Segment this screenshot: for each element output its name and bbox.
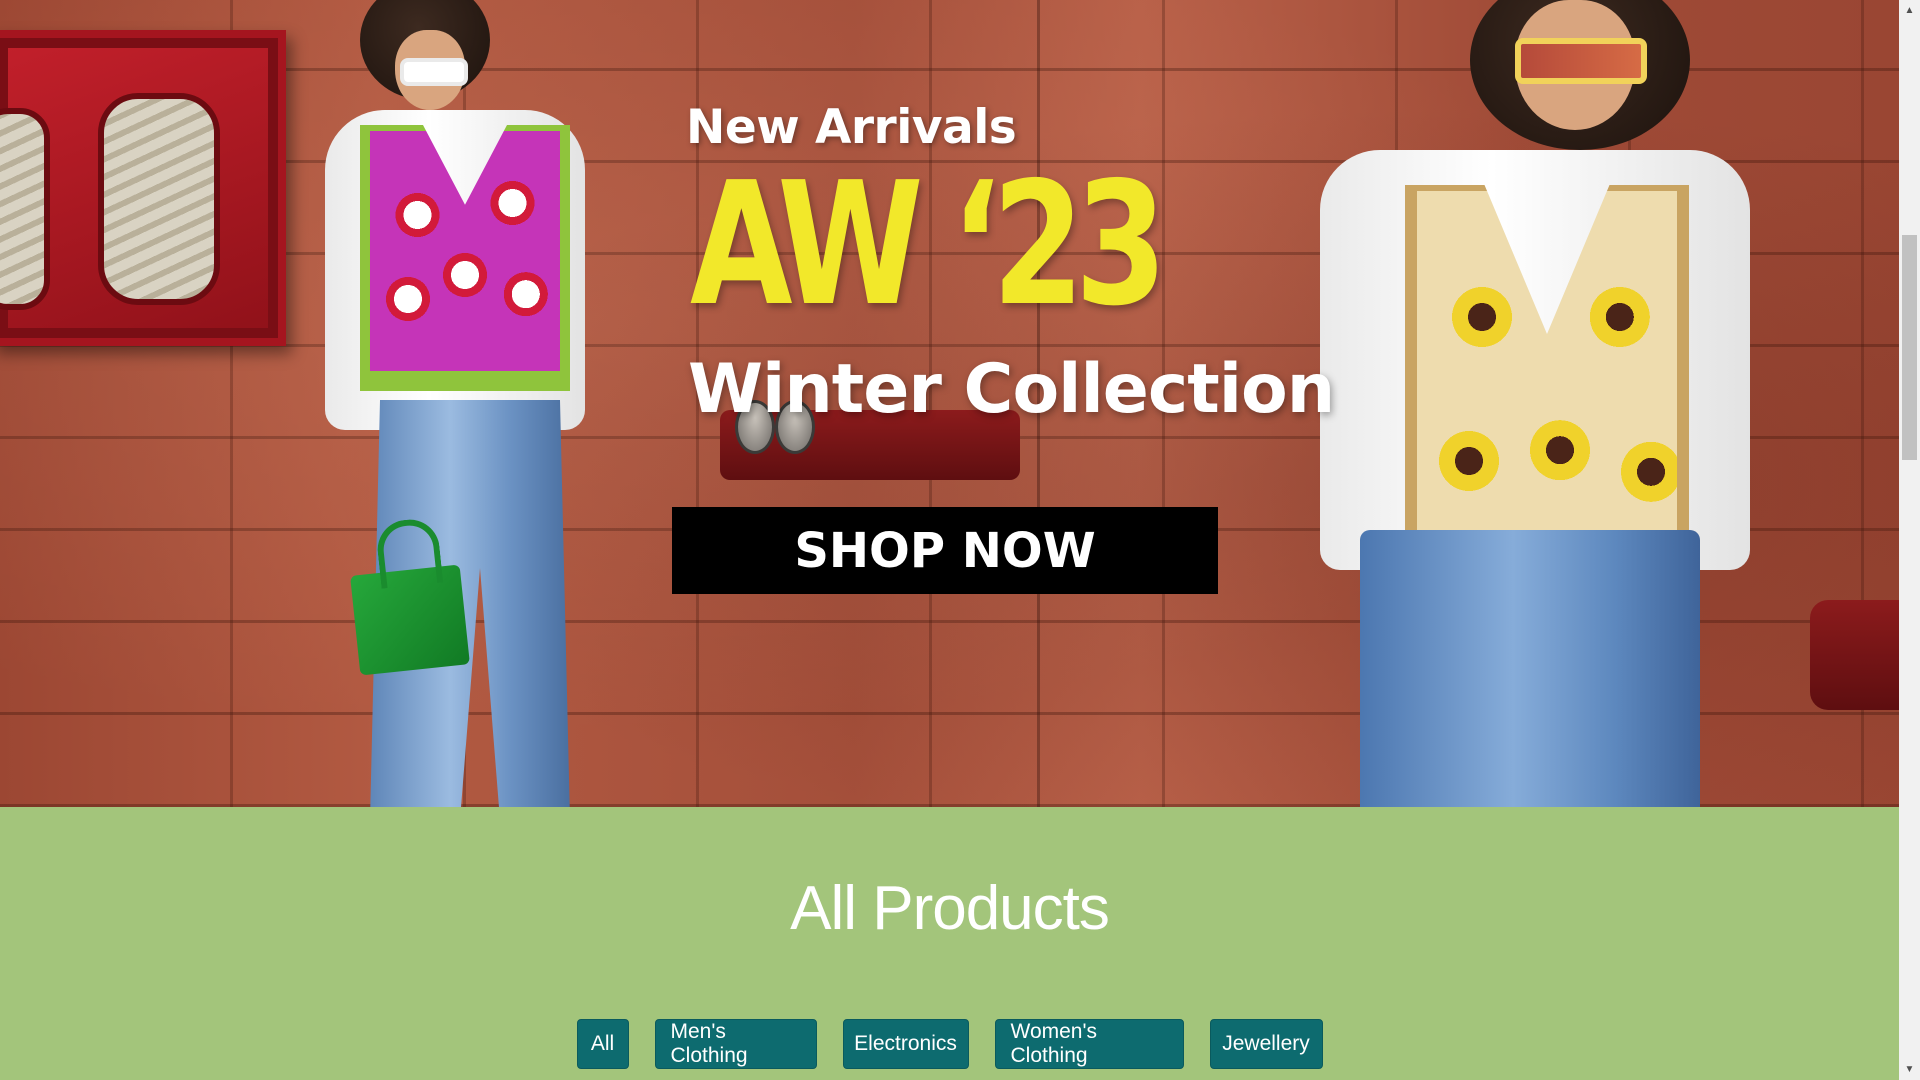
season-heading: AW ‘23	[690, 146, 1167, 344]
sunglasses-shape	[400, 58, 468, 86]
section-title: All Products	[790, 874, 1110, 943]
model-left-image	[300, 0, 640, 807]
triangle-up-icon[interactable]: ▲	[1899, 2, 1920, 19]
category-filter-bar: All Men's Clothing Electronics Women's C…	[0, 1019, 1899, 1069]
hydrant-pipe-right-image	[1810, 600, 1899, 710]
model-right-image	[1300, 0, 1760, 807]
hero-banner[interactable]: New Arrivals AW ‘23 Winter Collection SH…	[0, 0, 1899, 807]
hose-window-left	[0, 108, 50, 310]
vertical-scrollbar[interactable]: ▲ ▼	[1899, 0, 1920, 1080]
filter-jewellery-button[interactable]: Jewellery	[1209, 1019, 1323, 1069]
fire-hose-cabinet-image	[0, 30, 286, 346]
sunglasses-shape	[1515, 38, 1647, 84]
handbag-shape	[350, 564, 470, 676]
filter-all-button[interactable]: All	[576, 1019, 629, 1069]
triangle-down-icon[interactable]: ▼	[1899, 1061, 1920, 1078]
shop-now-button[interactable]: SHOP NOW	[672, 507, 1218, 594]
filter-electronics-button[interactable]: Electronics	[842, 1019, 969, 1069]
page-viewport: New Arrivals AW ‘23 Winter Collection SH…	[0, 0, 1899, 1080]
filter-mens-clothing-button[interactable]: Men's Clothing	[654, 1019, 817, 1069]
jeans-shape	[1360, 530, 1700, 807]
all-products-section: All Products All Men's Clothing Electron…	[0, 807, 1899, 1080]
filter-womens-clothing-button[interactable]: Women's Clothing	[994, 1019, 1184, 1069]
collection-heading: Winter Collection	[688, 350, 1335, 429]
hose-window-right	[98, 93, 220, 305]
scrollbar-thumb[interactable]	[1902, 235, 1917, 460]
